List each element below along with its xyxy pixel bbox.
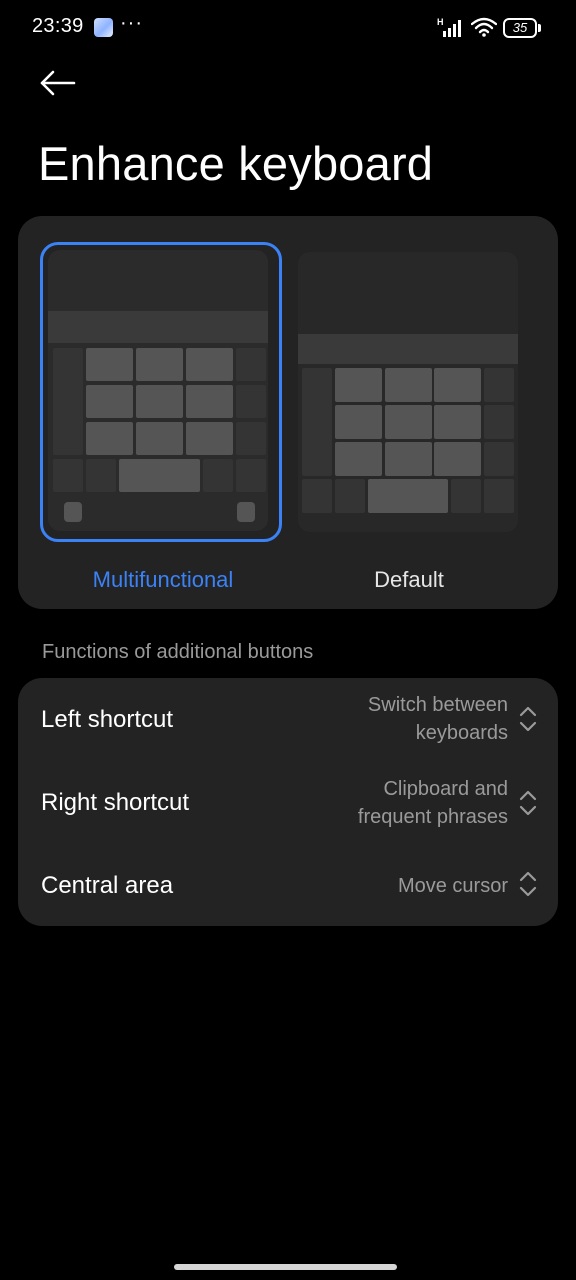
preview-toolbar (48, 311, 268, 343)
back-arrow-icon (40, 70, 76, 96)
wifi-icon (471, 17, 497, 37)
setting-value: Clipboard and frequent phrases (357, 777, 508, 828)
keyboard-style-card: Multifunctional Default (18, 216, 558, 609)
additional-buttons-card: Left shortcut Switch between keyboards R… (18, 678, 558, 926)
up-down-chevron-icon (519, 790, 537, 816)
status-bar: 23:39 ··· H 35 (0, 0, 576, 56)
status-time: 23:39 (32, 15, 84, 37)
more-notifications-indicator: ··· (120, 12, 143, 34)
keyboard-option-multifunctional[interactable]: Multifunctional (40, 242, 282, 592)
setting-value: Switch between keyboards (367, 693, 508, 744)
setting-row-central-area[interactable]: Central area Move cursor (18, 844, 558, 927)
multifunctional-keyboard-preview (48, 250, 268, 531)
setting-label: Right shortcut (41, 789, 190, 816)
setting-label: Central area (41, 872, 174, 899)
up-down-chevron-icon (519, 871, 537, 897)
network-type-label: H (437, 17, 444, 27)
page-title: Enhance keyboard (38, 137, 434, 190)
keyboard-option-default[interactable]: Default (288, 242, 530, 592)
battery-level: 35 (512, 20, 528, 35)
notification-app-icon (94, 18, 113, 37)
option-label-multifunctional: Multifunctional (92, 567, 234, 592)
setting-row-left-shortcut[interactable]: Left shortcut Switch between keyboards (18, 678, 558, 761)
signal-icon: H (437, 17, 461, 37)
right-shortcut-key (237, 502, 255, 522)
preview-toolbar (298, 334, 518, 364)
setting-value: Move cursor (397, 874, 508, 897)
home-indicator[interactable] (174, 1264, 397, 1270)
battery-icon: 35 (503, 18, 541, 38)
back-button[interactable] (38, 66, 82, 102)
option-label-default: Default (374, 567, 444, 592)
setting-label: Left shortcut (41, 706, 174, 733)
left-shortcut-key (64, 502, 82, 522)
setting-row-right-shortcut[interactable]: Right shortcut Clipboard and frequent ph… (18, 761, 558, 844)
default-keyboard-preview (298, 252, 518, 532)
up-down-chevron-icon (519, 706, 537, 732)
section-header-additional-buttons: Functions of additional buttons (42, 641, 314, 663)
